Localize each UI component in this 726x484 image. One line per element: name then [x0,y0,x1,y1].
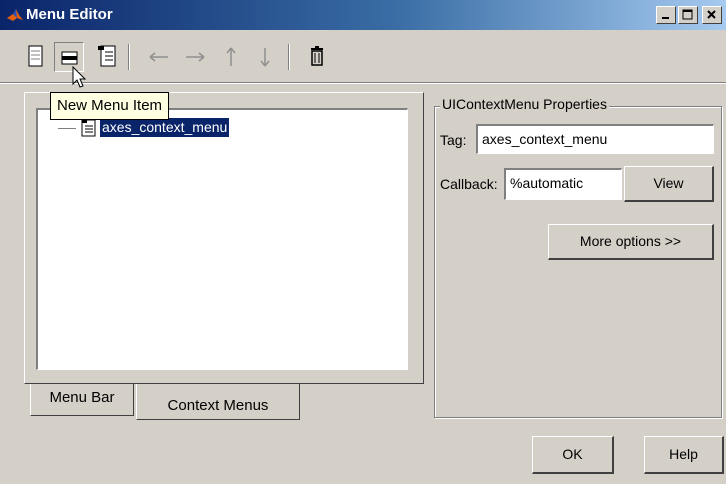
more-options-button[interactable]: More options >> [548,224,714,260]
callback-field[interactable]: %automatic [504,168,622,200]
tag-field[interactable]: axes_context_menu [476,124,714,154]
toolbar-divider [0,82,726,84]
view-button[interactable]: View [624,166,714,202]
tab-context-menus[interactable]: Context Menus [136,384,300,420]
context-menu-node-icon [80,119,98,137]
menu-editor-window: Menu Editor axes_context_menu Menu Bar C… [0,0,726,484]
close-icon[interactable] [702,6,722,24]
tab-menu-bar[interactable]: Menu Bar [30,384,134,416]
new-context-menu-icon[interactable] [92,42,122,72]
maximize-icon[interactable] [678,6,698,24]
properties-group-title: UIContextMenu Properties [440,96,609,112]
matlab-logo-icon [6,6,24,24]
window-title: Menu Editor [26,6,113,23]
ok-button[interactable]: OK [532,436,614,474]
arrow-left-icon[interactable] [144,42,174,72]
delete-icon[interactable] [302,42,332,72]
tooltip: New Menu Item [50,92,170,120]
tree-item-axes-context-menu[interactable]: axes_context_menu [100,118,230,137]
arrow-right-icon[interactable] [180,42,210,72]
menu-tree[interactable] [36,108,408,370]
help-button[interactable]: Help [644,436,724,474]
minimize-icon[interactable] [656,6,676,24]
callback-label: Callback: [440,176,498,192]
tree-connector [58,128,76,129]
arrow-up-icon[interactable] [216,42,246,72]
mouse-pointer-icon [72,65,88,93]
new-menu-icon[interactable] [20,42,50,72]
toolbar [0,36,726,80]
tag-label: Tag: [440,132,467,148]
arrow-down-icon[interactable] [250,42,280,72]
toolbar-separator [288,44,290,70]
title-bar[interactable]: Menu Editor [0,0,726,30]
toolbar-separator [128,44,130,70]
